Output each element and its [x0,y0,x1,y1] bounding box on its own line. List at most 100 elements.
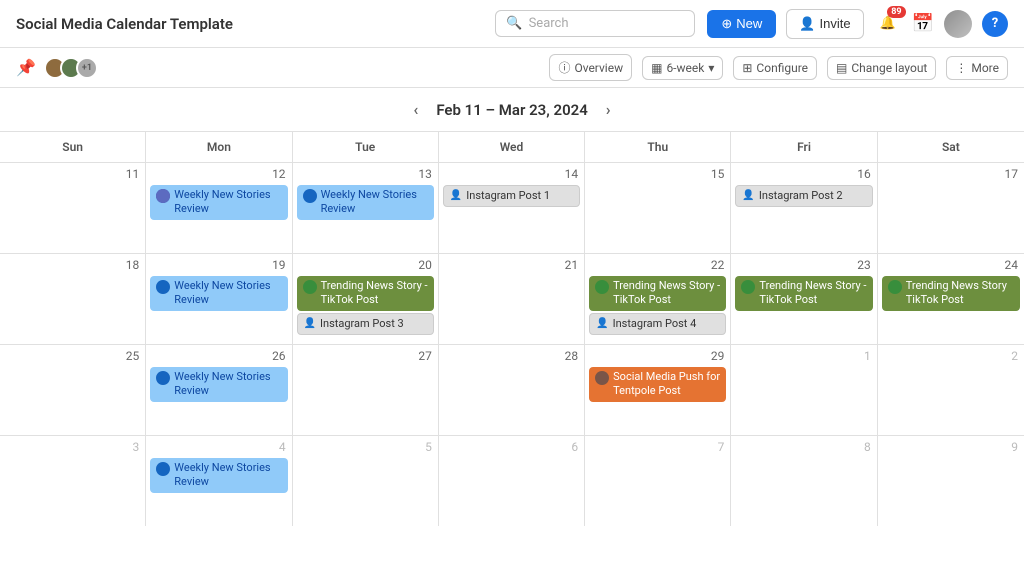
event-avatar [595,371,609,385]
toolbar-right: ⓘ Overview ▦ 6-week ▾ ⊞ Configure ▤ Chan… [549,54,1008,81]
day-mar2: 2 [878,345,1024,435]
app-title: Social Media Calendar Template [16,15,495,33]
day-mar5: 5 [293,436,439,526]
chevron-down-icon: ▾ [708,61,714,75]
person-icon: 👤 [799,16,815,32]
configure-button[interactable]: ⊞ Configure [733,56,817,80]
navbar-actions: ⊕ New 👤 Invite 🔔 89 📅 ? [707,9,1008,39]
event-social-media-push[interactable]: Social Media Push for Tentpole Post [589,367,726,402]
day-feb14[interactable]: 14 👤 Instagram Post 1 [439,163,585,253]
event-trending-fri[interactable]: Trending News Story - TikTok Post [735,276,872,311]
day-mar8: 8 [731,436,877,526]
header-thu: Thu [585,132,731,162]
person-icon: 👤 [596,317,608,330]
header-tue: Tue [293,132,439,162]
event-instagram-post-2[interactable]: 👤 Instagram Post 2 [735,185,872,207]
header-fri: Fri [731,132,877,162]
search-bar[interactable]: 🔍 Search [495,10,695,37]
overview-button[interactable]: ⓘ Overview [549,54,632,81]
event-avatar [156,462,170,476]
event-avatar [595,280,609,294]
day-feb27: 27 [293,345,439,435]
header-sun: Sun [0,132,146,162]
day-feb19[interactable]: 19 Weekly New Stories Review [146,254,292,344]
sliders-icon: ⊞ [742,61,752,75]
event-avatar [156,371,170,385]
more-icon: ⋮ [955,61,967,75]
day-feb13[interactable]: 13 Weekly New Stories Review [293,163,439,253]
person-icon: 👤 [742,189,754,202]
event-instagram-post-3[interactable]: 👤 Instagram Post 3 [297,313,434,335]
event-weekly-review-mon3[interactable]: Weekly New Stories Review [150,367,287,402]
next-button[interactable]: › [600,98,617,121]
week-1: 11 12 Weekly New Stories Review 13 Weekl… [0,163,1024,254]
week-4: 3 4 Weekly New Stories Review 5 6 7 8 9 [0,436,1024,526]
calendar-icon[interactable]: 📅 [912,13,934,34]
header-wed: Wed [439,132,585,162]
event-instagram-post-4[interactable]: 👤 Instagram Post 4 [589,313,726,335]
event-avatar [303,189,317,203]
day-feb25: 25 [0,345,146,435]
day-feb11: 11 [0,163,146,253]
day-mar6: 6 [439,436,585,526]
pin-icon[interactable]: 📌 [16,58,36,77]
search-placeholder: Search [529,16,569,31]
day-mar1: 1 [731,345,877,435]
person-icon: 👤 [304,317,316,330]
notification-count: 89 [887,6,905,18]
event-avatar [156,189,170,203]
day-feb16[interactable]: 16 👤 Instagram Post 2 [731,163,877,253]
day-feb15: 15 [585,163,731,253]
event-instagram-post-1[interactable]: 👤 Instagram Post 1 [443,185,580,207]
day-mar4[interactable]: 4 Weekly New Stories Review [146,436,292,526]
invite-button[interactable]: 👤 Invite [786,9,863,39]
person-icon: 👤 [450,189,462,202]
layout-icon: ▤ [836,61,847,75]
more-button[interactable]: ⋮ More [946,56,1008,80]
plus-icon: ⊕ [721,16,732,32]
avatar-more[interactable]: +1 [76,57,98,79]
toolbar: 📌 +1 ⓘ Overview ▦ 6-week ▾ ⊞ Configure ▤… [0,48,1024,88]
week-selector[interactable]: ▦ 6-week ▾ [642,56,723,80]
change-layout-button[interactable]: ▤ Change layout [827,56,936,80]
toolbar-left: 📌 +1 [16,57,541,79]
day-feb26[interactable]: 26 Weekly New Stories Review [146,345,292,435]
day-feb12[interactable]: 12 Weekly New Stories Review [146,163,292,253]
prev-button[interactable]: ‹ [407,98,424,121]
event-trending-sat[interactable]: Trending News Story TikTok Post [882,276,1020,311]
event-trending-tue[interactable]: Trending News Story - TikTok Post [297,276,434,311]
day-mar9: 9 [878,436,1024,526]
event-avatar [303,280,317,294]
avatar-group: +1 [44,57,98,79]
header-sat: Sat [878,132,1024,162]
day-feb17: 17 [878,163,1024,253]
calendar-header: Sun Mon Tue Wed Thu Fri Sat [0,132,1024,163]
overview-icon: ⓘ [558,59,570,76]
event-weekly-review-mon2[interactable]: Weekly New Stories Review [150,276,287,311]
day-mar7: 7 [585,436,731,526]
day-feb22[interactable]: 22 Trending News Story - TikTok Post 👤 I… [585,254,731,344]
new-button[interactable]: ⊕ New [707,10,776,38]
help-button[interactable]: ? [982,11,1008,37]
event-weekly-review-tue1[interactable]: Weekly New Stories Review [297,185,434,220]
navbar: Social Media Calendar Template 🔍 Search … [0,0,1024,48]
event-avatar [741,280,755,294]
day-mar3: 3 [0,436,146,526]
user-avatar[interactable] [944,10,972,38]
notification-bell[interactable]: 🔔 89 [874,10,902,38]
event-weekly-review-mon1[interactable]: Weekly New Stories Review [150,185,287,220]
day-feb20[interactable]: 20 Trending News Story - TikTok Post 👤 I… [293,254,439,344]
day-feb21: 21 [439,254,585,344]
event-weekly-review-mon4[interactable]: Weekly New Stories Review [150,458,287,493]
calendar: Sun Mon Tue Wed Thu Fri Sat 11 12 Weekly… [0,131,1024,526]
day-feb23[interactable]: 23 Trending News Story - TikTok Post [731,254,877,344]
week-2: 18 19 Weekly New Stories Review 20 Trend… [0,254,1024,345]
event-trending-thu[interactable]: Trending News Story - TikTok Post [589,276,726,311]
event-avatar [156,280,170,294]
day-feb29[interactable]: 29 Social Media Push for Tentpole Post [585,345,731,435]
day-feb24[interactable]: 24 Trending News Story TikTok Post [878,254,1024,344]
search-icon: 🔍 [506,16,522,31]
header-mon: Mon [146,132,292,162]
calendar-grid-icon: ▦ [651,61,662,75]
week-3: 25 26 Weekly New Stories Review 27 28 29… [0,345,1024,436]
